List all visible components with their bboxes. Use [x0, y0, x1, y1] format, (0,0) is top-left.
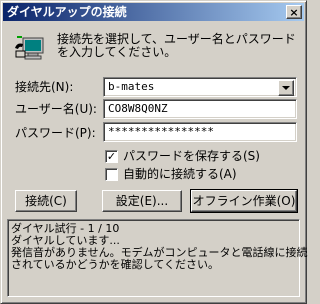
dialup-connection-dialog: ダイヤルアップの接続 × 接続先を選択して、ユーザー名とパスワードを入力してくだ…	[0, 0, 307, 304]
save-password-label[interactable]: パスワードを保存する(S)	[123, 149, 260, 163]
auto-connect-label[interactable]: 自動的に接続する(A)	[123, 167, 237, 181]
save-password-checkbox[interactable]: ✓	[105, 150, 118, 163]
destination-label: 接続先(N):	[15, 80, 74, 94]
dialup-connection-icon	[15, 36, 44, 60]
status-log: ダイヤル試行 - 1 / 10 ダイヤルしています... 発信音がありません。モ…	[7, 219, 307, 297]
destination-value: b-mates	[108, 80, 155, 93]
username-value: CO8W8Q0NZ	[108, 102, 168, 115]
offline-work-button[interactable]: オフライン作業(O)	[190, 189, 298, 213]
username-label: ユーザー名(U):	[15, 102, 97, 116]
window-title: ダイヤルアップの接続	[7, 5, 127, 19]
title-bar[interactable]: ダイヤルアップの接続 ×	[3, 3, 304, 21]
connect-button[interactable]: 接続(C)	[15, 190, 77, 212]
chevron-down-icon[interactable]	[278, 80, 294, 96]
auto-connect-checkbox[interactable]	[105, 168, 118, 181]
close-button[interactable]: ×	[286, 5, 302, 19]
destination-combobox[interactable]: b-mates	[103, 77, 297, 97]
password-label: パスワード(P):	[15, 126, 96, 140]
instruction-text: 接続先を選択して、ユーザー名とパスワードを入力してください。	[57, 32, 296, 59]
username-field[interactable]: CO8W8Q0NZ	[103, 99, 297, 119]
settings-button[interactable]: 設定(E)...	[102, 190, 182, 212]
status-line: されているかどうかを確認してください。	[11, 258, 220, 271]
password-value: ****************	[108, 125, 214, 138]
password-field[interactable]: ****************	[103, 122, 297, 142]
